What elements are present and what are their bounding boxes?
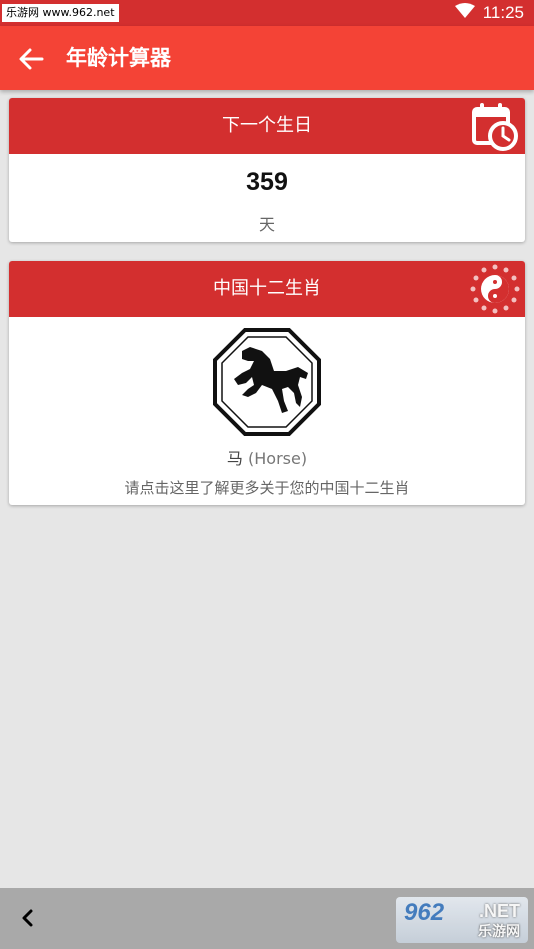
status-icons: 11:25 <box>454 0 524 26</box>
days-count: 359 <box>246 168 288 196</box>
zodiac-hint: 请点击这里了解更多关于您的中国十二生肖 <box>124 479 410 497</box>
zodiac-animal-cn: 马 <box>226 449 243 468</box>
days-unit: 天 <box>258 215 275 234</box>
zodiac-animal-en: (Horse) <box>248 449 308 468</box>
card-header: 中国十二生肖 <box>9 261 525 317</box>
status-bar: 乐游网 www.962.net 11:25 <box>0 0 534 26</box>
next-birthday-title: 下一个生日 <box>222 115 312 136</box>
watermark-text: 乐游网 www.962.net <box>2 4 119 22</box>
app-bar: 年龄计算器 <box>0 26 534 90</box>
nav-back-button[interactable] <box>12 902 44 934</box>
chevron-left-icon <box>22 909 33 927</box>
wifi-icon <box>454 2 475 24</box>
arrow-left-icon <box>19 48 44 70</box>
watermark-logo: 962 .NET 乐游网 <box>396 897 528 943</box>
zodiac-title: 中国十二生肖 <box>213 278 321 299</box>
page-title: 年龄计算器 <box>66 46 171 70</box>
card-header: 下一个生日 <box>9 98 525 154</box>
watermark-sub: 乐游网 <box>478 924 520 940</box>
clock-time: 11:25 <box>482 3 524 22</box>
horse-zodiac-icon <box>213 328 321 436</box>
watermark-net: .NET <box>478 901 520 921</box>
chinese-zodiac-card[interactable]: 中国十二生肖 马 (Horse) 请点击这里了解更多关于您的中国十二生肖 <box>9 261 525 505</box>
watermark-number: 962 <box>404 899 445 926</box>
back-button[interactable] <box>14 42 48 76</box>
next-birthday-card: 下一个生日 359 天 <box>9 98 525 242</box>
calendar-clock-icon <box>472 103 518 151</box>
zodiac-animal-name: 马 (Horse) <box>9 445 525 469</box>
navigation-bar: 962 .NET 乐游网 <box>0 888 534 949</box>
yin-yang-zodiac-icon <box>470 264 520 314</box>
